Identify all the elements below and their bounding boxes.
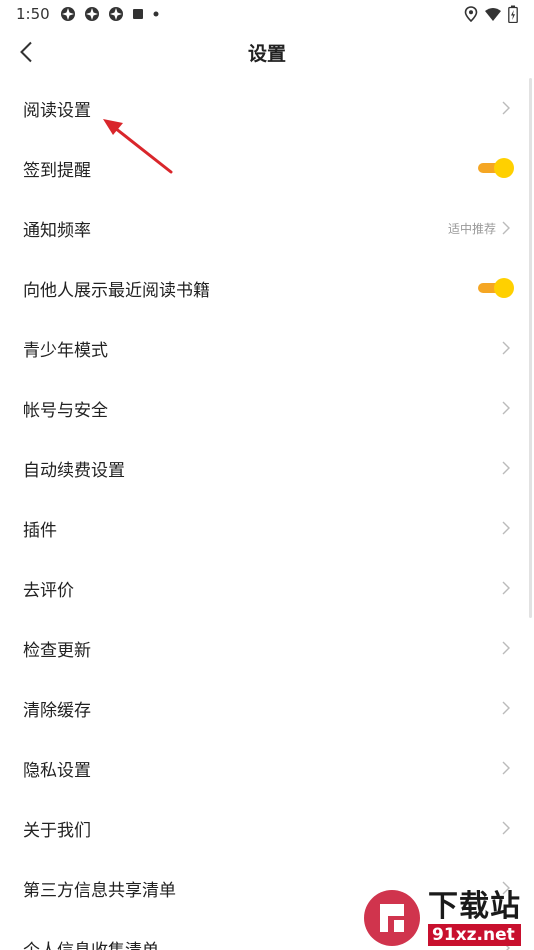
setting-label: 检查更新 — [23, 640, 91, 661]
setting-label: 隐私设置 — [23, 760, 91, 781]
setting-label: 青少年模式 — [23, 340, 108, 361]
battery-icon — [508, 5, 518, 23]
dot-icon — [153, 11, 159, 17]
setting-label: 去评价 — [23, 580, 74, 601]
square-icon — [132, 9, 143, 19]
location-icon — [464, 6, 478, 22]
settings-row-clear-cache[interactable]: 清除缓存 — [0, 678, 534, 738]
chevron-right-icon — [502, 101, 510, 115]
settings-row-teen-mode[interactable]: 青少年模式 — [0, 318, 534, 378]
watermark-logo-icon — [364, 890, 420, 946]
scrollbar[interactable] — [529, 78, 532, 618]
setting-label: 关于我们 — [23, 820, 91, 841]
setting-label: 清除缓存 — [23, 700, 91, 721]
pinwheel-icon — [60, 7, 75, 21]
settings-row-rate[interactable]: 去评价 — [0, 558, 534, 618]
setting-label: 插件 — [23, 520, 57, 541]
settings-row-account-security[interactable]: 帐号与安全 — [0, 378, 534, 438]
status-time: 1:50 — [16, 5, 50, 23]
chevron-right-icon — [502, 401, 510, 415]
watermark: 下载站 91xz.net — [360, 886, 534, 950]
settings-row-notification-frequency[interactable]: 通知频率 适中推荐 — [0, 198, 534, 258]
watermark-text: 下载站 — [428, 889, 521, 924]
chevron-right-icon — [502, 461, 510, 475]
wifi-icon — [485, 8, 501, 21]
page-title: 设置 — [247, 42, 286, 65]
watermark-url: 91xz.net — [428, 924, 521, 946]
setting-label: 签到提醒 — [23, 160, 91, 181]
chevron-left-icon — [20, 41, 32, 63]
settings-row-auto-renewal[interactable]: 自动续费设置 — [0, 438, 534, 498]
setting-label: 自动续费设置 — [23, 460, 125, 481]
settings-list: 阅读设置 签到提醒 通知频率 适中推荐 向他人展示最近阅读书籍 青少年模式 帐号… — [0, 78, 534, 950]
checkin-reminder-toggle[interactable] — [478, 158, 514, 178]
chevron-right-icon — [502, 521, 510, 535]
app-header: 设置 — [0, 28, 534, 76]
chevron-right-icon — [502, 761, 510, 775]
setting-label: 阅读设置 — [23, 100, 91, 121]
pinwheel-icon — [84, 7, 99, 21]
settings-row-check-update[interactable]: 检查更新 — [0, 618, 534, 678]
setting-label: 向他人展示最近阅读书籍 — [23, 280, 210, 301]
chevron-right-icon — [502, 701, 510, 715]
chevron-right-icon — [502, 341, 510, 355]
chevron-right-icon — [502, 221, 510, 235]
settings-row-checkin-reminder: 签到提醒 — [0, 138, 534, 198]
setting-label: 个人信息收集清单 — [23, 936, 159, 950]
settings-row-about[interactable]: 关于我们 — [0, 798, 534, 858]
notification-icons — [60, 6, 160, 22]
show-recent-books-toggle[interactable] — [478, 278, 514, 298]
chevron-right-icon — [502, 821, 510, 835]
setting-label: 帐号与安全 — [23, 400, 108, 421]
settings-row-plugins[interactable]: 插件 — [0, 498, 534, 558]
settings-row-show-recent-books: 向他人展示最近阅读书籍 — [0, 258, 534, 318]
back-button[interactable] — [14, 38, 38, 66]
setting-label: 通知频率 — [23, 220, 91, 241]
notification-frequency-value: 适中推荐 — [447, 221, 496, 236]
setting-label: 第三方信息共享清单 — [23, 880, 176, 901]
settings-row-reading[interactable]: 阅读设置 — [0, 78, 534, 138]
pinwheel-icon — [108, 7, 123, 21]
system-icons — [464, 5, 518, 23]
settings-row-privacy[interactable]: 隐私设置 — [0, 738, 534, 798]
chevron-right-icon — [502, 581, 510, 595]
status-bar: 1:50 — [0, 0, 534, 28]
chevron-right-icon — [502, 641, 510, 655]
